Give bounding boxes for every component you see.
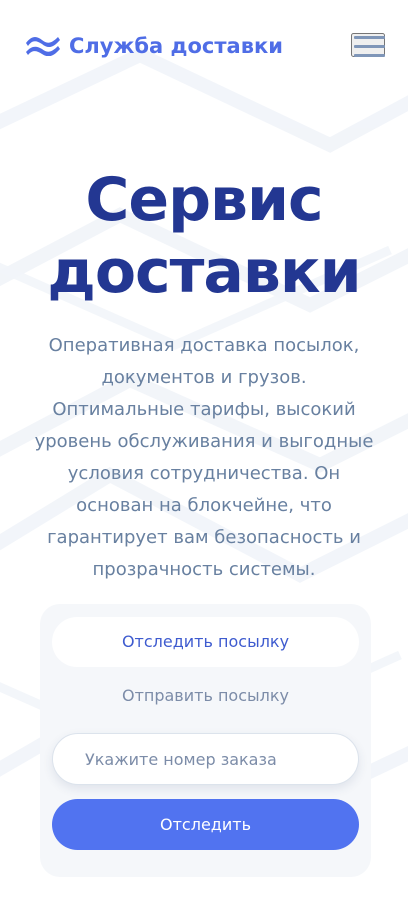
tracking-card: Отследить посылку Отправить посылку Отсл… [40,604,371,877]
hero-title-line: доставки [47,237,361,307]
menu-line [354,36,385,39]
track-button[interactable]: Отследить [52,799,359,850]
menu-line [354,45,385,48]
tab-track-parcel[interactable]: Отследить посылку [52,617,359,667]
hero-title: Сервис доставки [0,164,408,308]
brand-name[interactable]: Служба доставки [69,31,283,61]
tab-send-parcel[interactable]: Отправить посылку [52,671,359,721]
order-number-input[interactable] [52,733,359,785]
site-header: Служба доставки [0,0,408,92]
delivery-service-page: Служба доставки Сервис доставки Оператив… [0,0,408,904]
hero-description: Оперативная доставка посылок, документов… [34,335,374,580]
hero-title-line: Сервис [85,165,323,235]
hamburger-menu-icon[interactable] [351,33,385,57]
menu-line [354,54,385,57]
wave-logo-icon[interactable] [24,32,62,56]
